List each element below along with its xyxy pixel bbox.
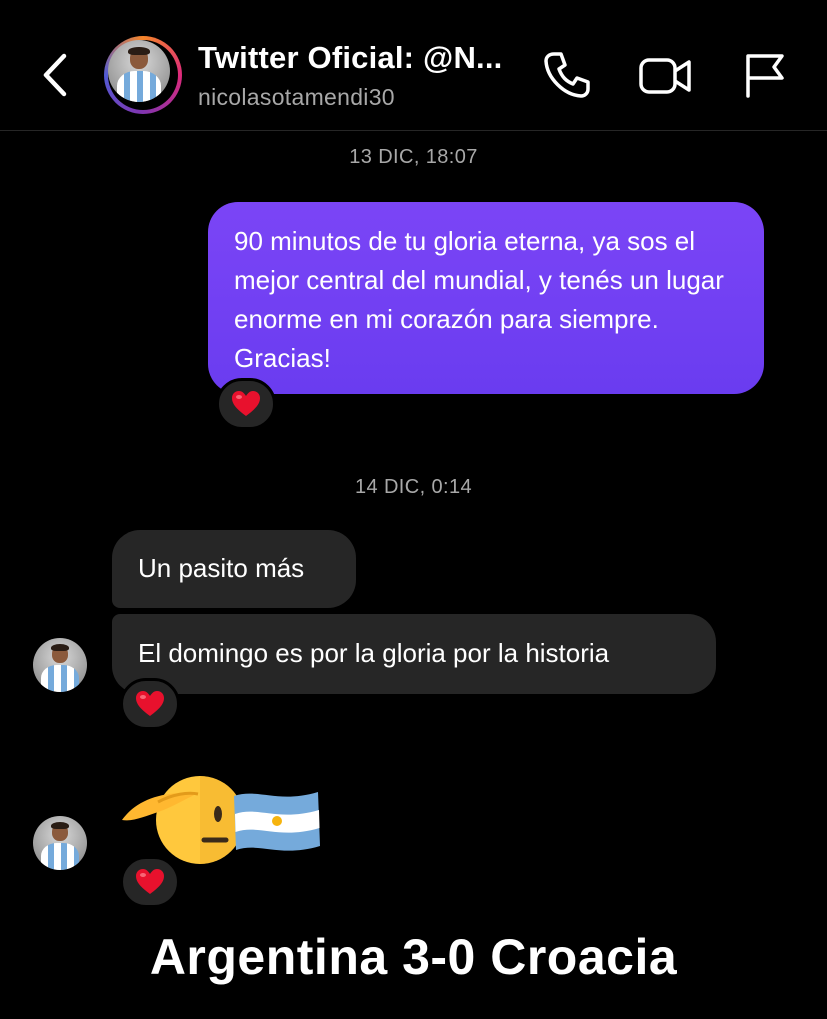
heart-icon: [136, 869, 164, 894]
phone-icon[interactable]: [540, 48, 594, 102]
video-icon[interactable]: [637, 50, 695, 100]
incoming-message[interactable]: Un pasito más: [112, 530, 356, 608]
heart-reaction[interactable]: [216, 378, 276, 430]
contact-name[interactable]: Twitter Oficial: @N...: [198, 40, 502, 76]
saluting-face-icon: [122, 776, 244, 864]
heart-reaction[interactable]: [120, 678, 180, 730]
back-chevron-icon[interactable]: [36, 50, 76, 100]
avatar-photo: [108, 40, 170, 102]
sender-avatar[interactable]: [33, 638, 87, 692]
message-timestamp: 13 DIC, 18:07: [349, 146, 478, 168]
heart-icon: [232, 391, 260, 416]
outgoing-message[interactable]: 90 minutos de tu gloria eterna, ya sos e…: [208, 202, 764, 394]
heart-icon: [136, 691, 164, 716]
caption-text: Argentina 3-0 Croacia: [149, 929, 678, 985]
contact-username[interactable]: nicolasotamendi30: [198, 84, 395, 111]
profile-avatar[interactable]: [104, 36, 182, 114]
incoming-message[interactable]: El domingo es por la gloria por la histo…: [112, 614, 716, 694]
argentina-flag-icon: [234, 792, 320, 851]
heart-reaction[interactable]: [120, 856, 180, 908]
flag-icon[interactable]: [738, 50, 788, 100]
sender-avatar[interactable]: [33, 816, 87, 870]
chat-header: Twitter Oficial: @N... nicolasotamendi30: [0, 0, 827, 131]
message-timestamp: 14 DIC, 0:14: [354, 476, 473, 498]
